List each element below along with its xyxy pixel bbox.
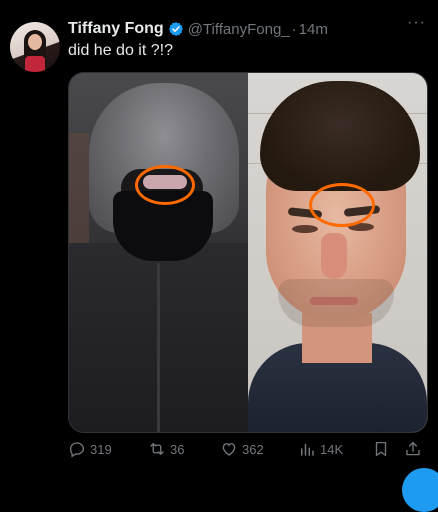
tweet-text: did he do it ?!? [68,42,173,59]
bookmark-button[interactable] [372,440,394,458]
tweet-header: Tiffany Fong @TiffanyFong_ · 14m [68,18,328,40]
share-icon [406,441,420,456]
compose-fab[interactable] [402,468,438,512]
retweet-icon [150,443,164,455]
left-eye [292,225,318,233]
reply-button[interactable]: 319 [68,440,112,458]
like-button[interactable]: 362 [220,440,264,458]
more-icon[interactable]: ··· [407,14,426,32]
avatar-top [25,56,45,72]
reply-icon [69,442,85,458]
background-wall [69,133,89,253]
tweet-actions: 319 36 362 14K [68,440,428,462]
nose [321,233,347,279]
views-icon [301,443,314,456]
annotation-circle-left [135,165,195,205]
retweet-count: 36 [170,441,185,457]
user-handle[interactable]: @TiffanyFong_ [188,21,290,38]
display-name[interactable]: Tiffany Fong [68,20,164,38]
profile-avatar[interactable] [10,22,60,72]
surveillance-photo [69,73,248,432]
separator-dot: · [291,20,297,38]
views-button[interactable]: 14K [298,440,343,458]
mouth [310,297,358,305]
verified-badge-icon [168,22,183,36]
timestamp[interactable]: 14m [299,21,328,38]
portrait-photo [248,73,427,432]
like-count: 362 [242,441,264,457]
bookmark-icon [375,441,387,457]
retweet-button[interactable]: 36 [148,440,184,458]
annotation-circle-right [309,183,375,227]
hair [260,81,420,191]
views-count: 14K [320,441,344,457]
reply-count: 319 [90,441,112,457]
like-icon [222,443,236,456]
share-button[interactable] [404,440,426,458]
jacket-zipper [157,263,160,432]
avatar-face [28,34,42,50]
tweet-media[interactable] [68,72,428,433]
